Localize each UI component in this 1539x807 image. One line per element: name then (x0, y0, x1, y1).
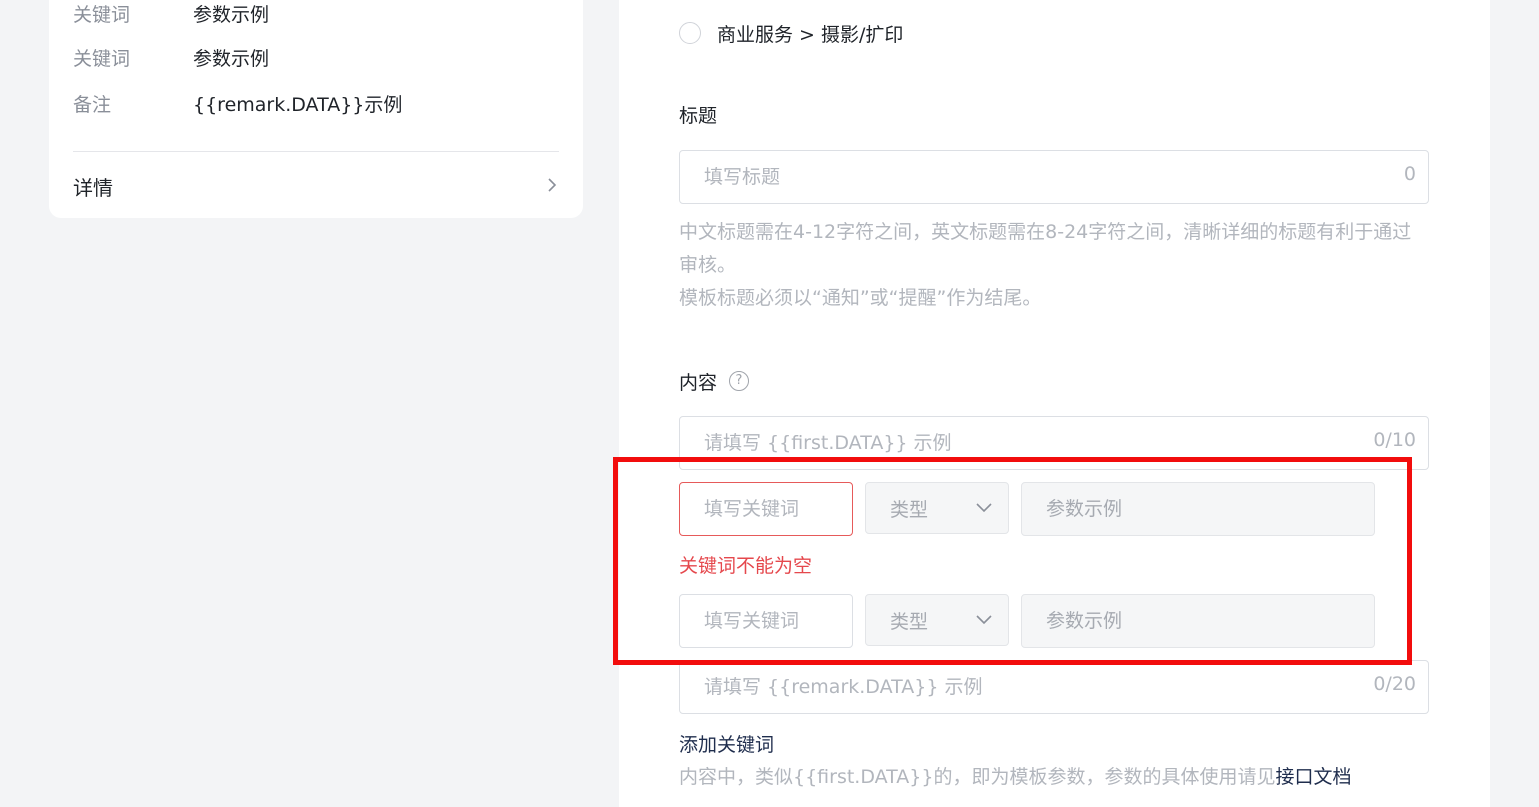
title-hint-suffix: 模板标题必须以“通知”或“提醒”作为结尾。 (679, 287, 1042, 309)
param-example-input[interactable] (1022, 483, 1374, 535)
chevron-right-icon (548, 178, 557, 192)
category-option-label: 商业服务 > 摄影/扩印 (717, 24, 904, 46)
radio-button[interactable] (679, 22, 701, 44)
first-data-input-box[interactable]: 0/10 (679, 416, 1429, 470)
first-data-counter: 0/10 (1373, 429, 1416, 451)
api-doc-link[interactable]: 接口文档 (1275, 766, 1351, 788)
title-char-counter: 0 (1403, 163, 1416, 185)
keyword-input-box[interactable] (679, 482, 853, 536)
param-example-box[interactable] (1021, 482, 1375, 536)
preview-row-key: 关键词 (73, 48, 131, 70)
preview-divider (73, 151, 559, 152)
footer-hint-text: 内容中，类似{{first.DATA}}的，即为模板参数，参数的具体使用请见 (679, 766, 1276, 788)
help-icon[interactable]: ? (729, 371, 749, 391)
remark-data-input[interactable] (680, 661, 1428, 713)
title-hint-length: 中文标题需在4-12字符之间，英文标题需在8-24字符之间，清晰详细的标题有利于… (679, 221, 1412, 276)
param-example-input[interactable] (1022, 595, 1374, 647)
preview-row-value: 参数示例 (193, 48, 270, 70)
title-label: 标题 (679, 105, 718, 127)
remark-data-counter: 0/20 (1373, 673, 1416, 695)
add-keyword-link[interactable]: 添加关键词 (679, 730, 774, 757)
type-select-label: 类型 (890, 611, 929, 633)
title-input-box[interactable]: 0 (679, 150, 1429, 204)
preview-detail-link[interactable]: 详情 (73, 170, 559, 200)
type-select-label: 类型 (890, 499, 929, 521)
chevron-down-icon (976, 615, 992, 625)
keyword-error-message: 关键词不能为空 (679, 555, 813, 577)
detail-label: 详情 (73, 176, 113, 200)
type-select[interactable]: 类型 (865, 482, 1009, 534)
keyword-input[interactable] (680, 595, 852, 647)
preview-row-value: {{remark.DATA}}示例 (193, 94, 403, 116)
preview-row-key: 关键词 (73, 4, 131, 26)
first-data-input[interactable] (680, 417, 1428, 469)
remark-data-input-box[interactable]: 0/20 (679, 660, 1429, 714)
title-hint: 中文标题需在4-12字符之间，英文标题需在8-24字符之间，清晰详细的标题有利于… (679, 216, 1429, 315)
chevron-down-icon (976, 503, 992, 513)
preview-row-key: 备注 (73, 94, 112, 116)
keyword-input[interactable] (680, 483, 852, 535)
title-input[interactable] (680, 151, 1428, 203)
param-example-box[interactable] (1021, 594, 1375, 648)
content-label: 内容 (679, 372, 718, 394)
preview-row-value: 参数示例 (193, 4, 270, 26)
content-footer-hint: 内容中，类似{{first.DATA}}的，即为模板参数，参数的具体使用请见接口… (679, 762, 1352, 789)
type-select[interactable]: 类型 (865, 594, 1009, 646)
keyword-input-box[interactable] (679, 594, 853, 648)
template-preview-card: 关键词 参数示例 关键词 参数示例 备注 {{remark.DATA}}示例 详… (49, 0, 583, 218)
